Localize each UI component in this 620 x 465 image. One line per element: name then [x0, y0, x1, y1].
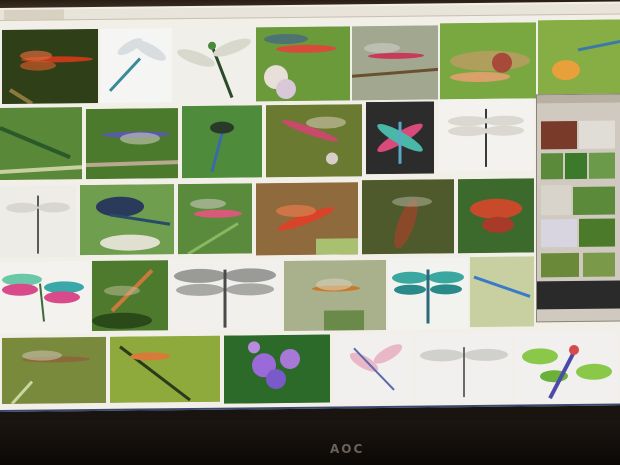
- preview-thumb[interactable]: [541, 185, 571, 216]
- image-result-orange-dragonfly-stem[interactable]: [110, 335, 220, 403]
- image-result-teal-dragonfly-art[interactable]: [388, 257, 468, 330]
- image-result-orange-dragonfly[interactable]: [538, 19, 620, 95]
- preview-thumb[interactable]: [541, 120, 577, 150]
- preview-thumb[interactable]: [589, 152, 615, 179]
- image-result-white-dragonfly[interactable]: [0, 185, 76, 258]
- preview-thumb[interactable]: [573, 186, 615, 215]
- image-result-red-dragonfly-brown[interactable]: [256, 182, 358, 256]
- image-result-dragonfly-close[interactable]: [440, 22, 536, 100]
- browser-toolbar: [0, 3, 620, 22]
- image-result-dark-blue-dragonfly[interactable]: [80, 184, 174, 256]
- preview-thumb[interactable]: [583, 252, 615, 277]
- taskbar: [0, 403, 620, 412]
- image-result-orange-dragonfly-leaf[interactable]: [92, 260, 168, 332]
- image-result-green-damselfly[interactable]: [0, 107, 82, 180]
- image-result-brown-dragonfly[interactable]: [362, 179, 454, 255]
- image-result-red-dragonfly-leaves[interactable]: [458, 178, 534, 254]
- browser-tab[interactable]: [4, 9, 64, 20]
- image-result-colorful-dragonfly-dark[interactable]: [366, 101, 434, 175]
- preview-thumb[interactable]: [541, 218, 577, 248]
- preview-thumb[interactable]: [579, 218, 615, 247]
- image-result-blue-dragonfly-green[interactable]: [182, 105, 262, 179]
- image-result-orange-dragonfly-blur[interactable]: [284, 259, 386, 332]
- preview-window[interactable]: [536, 93, 620, 323]
- image-result-blue-dragonfly-white[interactable]: [100, 28, 172, 103]
- image-result-colorful-dragonfly-cartoon[interactable]: [514, 331, 618, 403]
- preview-footer: [537, 280, 620, 310]
- image-result-pink-dragonfly-grass[interactable]: [178, 183, 252, 255]
- monitor-screen: [0, 1, 620, 412]
- image-result-red-dragonfly-branch[interactable]: [266, 104, 362, 178]
- image-result-blue-dragonfly-sky[interactable]: [470, 256, 534, 328]
- image-result-red-dragonfly-stick[interactable]: [352, 25, 438, 101]
- preview-thumb[interactable]: [579, 120, 615, 149]
- image-result-blue-dragonfly-twig[interactable]: [86, 108, 178, 180]
- monitor-bezel-bottom: [0, 420, 620, 465]
- preview-thumb[interactable]: [541, 153, 563, 180]
- image-result-grey-dragonfly-art[interactable]: [416, 332, 512, 402]
- preview-window-titlebar[interactable]: [537, 94, 620, 104]
- image-result-grey-dragonfly-white[interactable]: [438, 98, 534, 172]
- image-result-pink-green-dragonfly-art[interactable]: [0, 261, 90, 334]
- image-result-red-dragonfly-flower[interactable]: [256, 26, 350, 102]
- image-result-pink-dragonfly-art[interactable]: [334, 333, 414, 403]
- image-result-green-dragonfly-white[interactable]: [174, 27, 254, 103]
- image-result-brown-dragonfly-grass[interactable]: [2, 336, 106, 404]
- monitor-brand-logo: AOC: [330, 442, 365, 456]
- image-result-grey-dragonfly-illustration[interactable]: [170, 259, 280, 331]
- image-result-purple-flowers[interactable]: [224, 334, 330, 404]
- image-result-red-dragonfly[interactable]: [2, 28, 98, 104]
- preview-thumb[interactable]: [565, 152, 587, 180]
- preview-thumb[interactable]: [541, 252, 579, 278]
